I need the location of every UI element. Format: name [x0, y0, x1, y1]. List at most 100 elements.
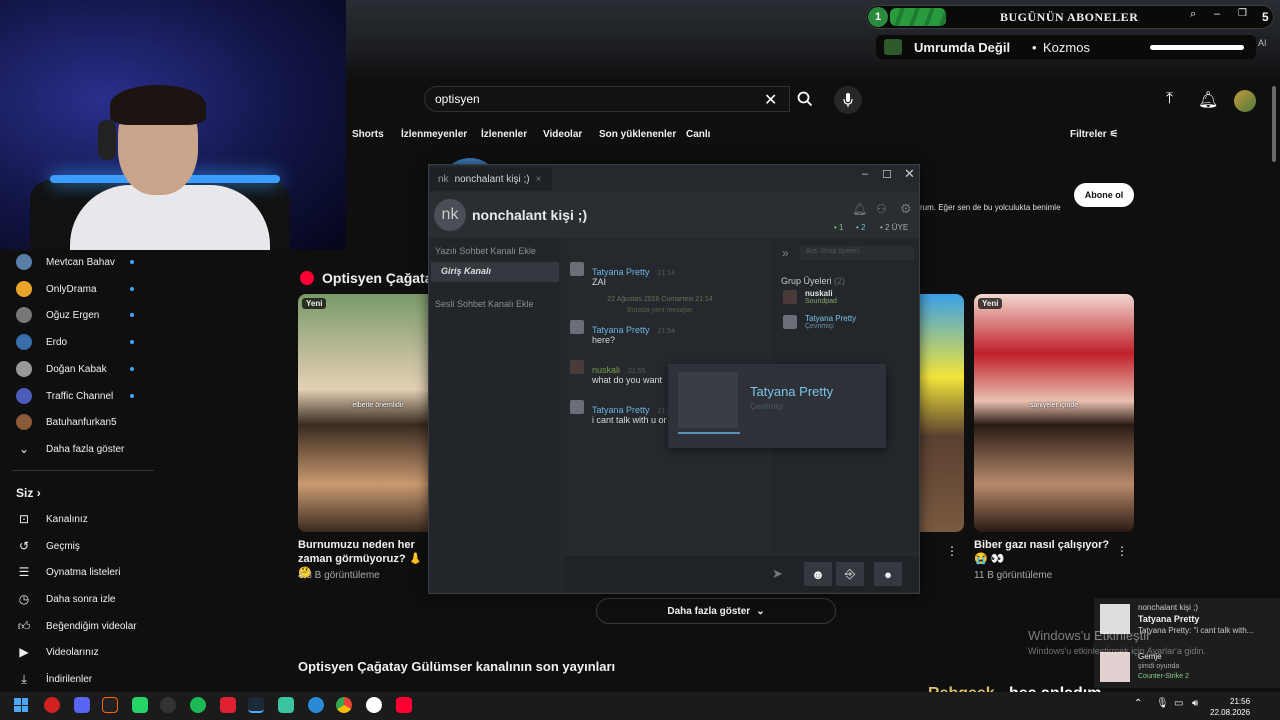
close-icon[interactable]: ×	[536, 174, 542, 185]
spotify-icon[interactable]	[190, 697, 206, 713]
monitor-icon[interactable]: ▭	[1174, 698, 1183, 709]
avatar[interactable]	[1234, 90, 1256, 112]
members-search[interactable]: Ara: Grup üyeleri	[800, 246, 914, 260]
gear-icon[interactable]: ⚙	[900, 201, 912, 217]
minimize-icon[interactable]: –	[862, 168, 868, 180]
chip-shorts[interactable]: Shorts	[346, 126, 390, 146]
message-author[interactable]: Tatyana Pretty	[592, 405, 650, 415]
sidebar-item-watch-later[interactable]: ◷ Daha sonra izle	[16, 587, 116, 611]
discord-icon[interactable]	[74, 697, 90, 713]
sidebar-item-playlists[interactable]: ☰ Oynatma listeleri	[16, 560, 121, 584]
avatar[interactable]	[783, 315, 797, 329]
send-icon[interactable]: ➤	[772, 566, 783, 582]
short-thumbnail-partial[interactable]	[920, 294, 964, 532]
chip-unwatched[interactable]: İzlenmeyenler	[395, 126, 473, 146]
windows-start-icon[interactable]	[14, 698, 28, 712]
edge-icon[interactable]	[308, 697, 324, 713]
voice-icon[interactable]: ●	[874, 562, 902, 586]
mic-tray-icon[interactable]: 🎙︎	[1156, 698, 1169, 709]
sidebar-sub-mevtcan[interactable]: Mevtcan Bahav	[16, 250, 115, 274]
collapse-icon[interactable]: »	[782, 246, 789, 260]
notif-sender: Tatyana Pretty	[1138, 614, 1200, 624]
sidebar-show-more[interactable]: ⌄ Daha fazla göster	[16, 437, 124, 461]
sidebar-sub-batuhan[interactable]: Batuhanfurkan5	[16, 410, 117, 434]
message-author[interactable]: Tatyana Pretty	[592, 325, 650, 335]
add-text-channel[interactable]: Yazılı Sohbet Kanalı Ekle	[435, 246, 536, 256]
chip-recent[interactable]: Son yüklenenler	[593, 126, 682, 146]
subs-rank: 1	[868, 7, 888, 27]
youtube-icon[interactable]	[396, 697, 412, 713]
sidebar-sub-onlydrama[interactable]: OnlyDrama	[16, 277, 97, 301]
channel-description: rum. Eğer sen de bu yolculukta benimle	[920, 203, 1061, 212]
chat-tab[interactable]: nk nonchalant kişi ;) ×	[430, 167, 552, 191]
bell-icon[interactable]: 🔔︎	[1198, 90, 1218, 110]
close-icon[interactable]: ✕	[904, 166, 915, 182]
search-input[interactable]: optisyen	[424, 86, 790, 112]
app-icon[interactable]	[102, 697, 118, 713]
more-options-icon[interactable]: ⋮	[946, 544, 958, 558]
short-thumbnail[interactable]: Yeni saniyeler içinde	[974, 294, 1134, 532]
message-author[interactable]: Tatyana Pretty	[592, 267, 650, 277]
avatar[interactable]	[570, 400, 584, 414]
add-user-icon[interactable]: ⚇	[876, 202, 887, 216]
attach-icon[interactable]: ⎆	[836, 562, 864, 586]
avatar[interactable]	[783, 290, 797, 304]
maximize-icon[interactable]: ☐	[882, 168, 892, 181]
message-text: ZAI	[592, 277, 607, 287]
restore-icon[interactable]: ❐	[1238, 8, 1247, 19]
search-icon[interactable]: ⌕	[1190, 8, 1196, 21]
bell-icon[interactable]: 🔔︎	[852, 202, 867, 216]
app-icon[interactable]	[220, 697, 236, 713]
sidebar-sub-dogan[interactable]: Doğan Kabak	[16, 357, 107, 381]
yandex-icon[interactable]	[366, 697, 382, 713]
more-options-icon[interactable]: ⋮	[1116, 544, 1128, 558]
avatar[interactable]	[570, 262, 584, 276]
subscribe-button[interactable]: Abone ol	[1074, 183, 1134, 207]
sidebar-item-history[interactable]: ↺ Geçmiş	[16, 534, 80, 558]
show-more-button[interactable]: Daha fazla göster ⌄	[596, 598, 836, 624]
avatar[interactable]	[570, 320, 584, 334]
member-name[interactable]: nuskali	[805, 289, 833, 298]
speaker-icon[interactable]: 🔊︎	[1192, 698, 1198, 709]
minimize-icon[interactable]: –	[1214, 8, 1220, 20]
channel-item-entry[interactable]: Giriş Kanalı	[431, 262, 559, 282]
sidebar-item-downloads[interactable]: ⤓ İndirilenler	[16, 667, 92, 691]
avatar[interactable]	[570, 360, 584, 374]
message-author[interactable]: nuskali	[592, 365, 620, 375]
sidebar-item-channel[interactable]: ⊡ Kanalınız	[16, 507, 88, 531]
chip-live[interactable]: Canlı	[680, 126, 716, 146]
channel-avatar	[16, 361, 32, 377]
filters-button[interactable]: Filtreler ⚟	[1070, 129, 1118, 140]
sidebar-item-liked[interactable]: 👍︎ Beğendiğim videolar	[16, 614, 137, 638]
sidebar-sub-oguz[interactable]: Oğuz Ergen	[16, 303, 99, 327]
sidebar-item-your-videos[interactable]: ▶ Videolarınız	[16, 640, 98, 664]
sidebar-you-heading[interactable]: Siz ›	[16, 486, 41, 500]
opera-icon[interactable]	[44, 697, 60, 713]
obs-icon[interactable]	[160, 697, 176, 713]
popup-avatar	[678, 372, 738, 428]
chevron-up-icon[interactable]: ⌃	[1134, 698, 1142, 709]
stat-online: 1	[839, 223, 844, 232]
tab-logo: nk	[438, 173, 449, 185]
app-icon[interactable]	[278, 697, 294, 713]
chrome-icon[interactable]	[336, 697, 352, 713]
chip-videos[interactable]: Videolar	[537, 126, 588, 146]
scrollbar[interactable]	[1272, 86, 1276, 162]
steam-icon[interactable]	[248, 697, 264, 713]
message-input[interactable]	[563, 556, 919, 592]
sidebar-item-label: Daha fazla göster	[46, 443, 125, 455]
sidebar-sub-traffic[interactable]: Traffic Channel	[16, 384, 113, 408]
mic-button[interactable]	[834, 86, 862, 114]
chip-watched[interactable]: İzlenenler	[475, 126, 533, 146]
add-voice-channel[interactable]: Sesli Sohbet Kanalı Ekle	[435, 299, 534, 309]
close-icon[interactable]: ✕	[764, 90, 777, 110]
emoji-icon[interactable]: ☻	[804, 562, 832, 586]
member-name[interactable]: Tatyana Pretty	[805, 314, 856, 323]
sidebar-sub-erdo[interactable]: Erdo	[16, 330, 67, 354]
whatsapp-icon[interactable]	[132, 697, 148, 713]
clock[interactable]: 21:56 22.08.2026	[1210, 696, 1250, 718]
video-title[interactable]: Biber gazı nasıl çalışıyor? 😭 👀	[974, 538, 1114, 566]
upload-icon[interactable]: ⤒	[1166, 90, 1173, 108]
sidebar-item-label: Erdo	[46, 336, 68, 348]
search-button[interactable]	[790, 86, 820, 112]
